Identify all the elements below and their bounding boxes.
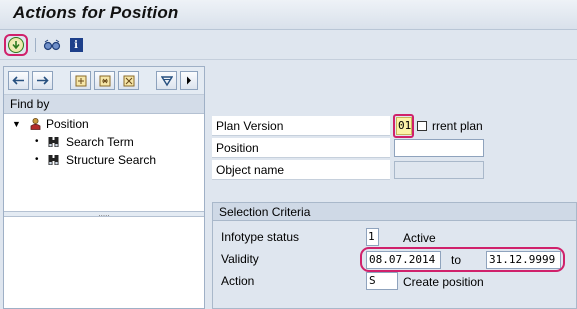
binoculars-icon [48, 137, 59, 147]
action-input[interactable]: S [366, 272, 398, 290]
plan-version-description: rrent plan [432, 119, 483, 133]
back-arrow-icon [12, 76, 24, 85]
select-icon [123, 75, 134, 86]
tree-label-position: Position [46, 117, 89, 131]
display-button[interactable] [42, 36, 62, 54]
selection-criteria-group: Selection Criteria Infotype status 1 Act… [212, 202, 577, 309]
expand-button[interactable] [70, 71, 91, 90]
title-bar: Actions for Position [0, 0, 577, 30]
collapse-icon [99, 75, 110, 86]
action-text: Create position [403, 275, 484, 289]
infotype-status-text: Active [403, 231, 436, 245]
collapse-button[interactable] [94, 71, 115, 90]
object-name-label: Object name [212, 160, 390, 180]
infotype-status-label: Infotype status [217, 227, 361, 247]
page-title: Actions for Position [13, 3, 179, 22]
tree-label-search-term: Search Term [66, 135, 134, 149]
filter-icon [160, 75, 173, 86]
pane-splitter[interactable]: ..... [4, 210, 204, 218]
more-button[interactable] [180, 71, 198, 90]
tree-label-structure-search: Structure Search [66, 153, 157, 167]
selection-criteria-title: Selection Criteria [213, 203, 576, 221]
execute-highlight-ring [4, 34, 28, 56]
expand-icon [75, 75, 86, 86]
selection-screen: Plan Version 01 rrent plan Position Obje… [210, 66, 577, 309]
info-button[interactable]: i [66, 36, 86, 54]
action-label: Action [217, 271, 361, 291]
plan-version-label: Plan Version [212, 116, 390, 136]
validity-highlight-ring [360, 247, 565, 272]
find-by-header: Find by [4, 95, 204, 114]
toolbar-separator [35, 38, 36, 52]
back-button[interactable] [8, 71, 29, 90]
more-icon [187, 76, 191, 85]
infotype-status-input[interactable]: 1 [366, 228, 379, 246]
select-button[interactable] [118, 71, 139, 90]
object-manager-pane: Find by ▼ Position • Search Term • Struc… [3, 66, 205, 309]
info-icon: i [69, 38, 83, 52]
tree-node-position[interactable]: ▼ Position [4, 115, 204, 133]
tree-expand-icon[interactable]: ▼ [12, 115, 21, 133]
filter-button[interactable] [156, 71, 177, 90]
plan-version-highlight-ring [393, 114, 414, 138]
object-name-input [394, 161, 484, 179]
tree-node-search-term[interactable]: • Search Term [4, 133, 204, 151]
forward-button[interactable] [32, 71, 53, 90]
forward-arrow-icon [37, 76, 49, 85]
display-glasses-icon [43, 39, 61, 51]
tree-bullet: • [35, 154, 39, 165]
binoculars-icon [48, 155, 59, 165]
validity-label: Validity [217, 249, 361, 269]
position-label: Position [212, 138, 390, 158]
person-icon [30, 118, 41, 130]
application-toolbar: i [0, 30, 577, 60]
tree-bullet: • [35, 136, 39, 147]
tree-node-structure-search[interactable]: • Structure Search [4, 151, 204, 169]
find-by-tree: ▼ Position • Search Term • Structure Sea… [4, 115, 204, 169]
plan-version-f4-icon[interactable] [417, 121, 427, 131]
object-manager-toolbar [4, 67, 204, 95]
position-input[interactable] [394, 139, 484, 157]
